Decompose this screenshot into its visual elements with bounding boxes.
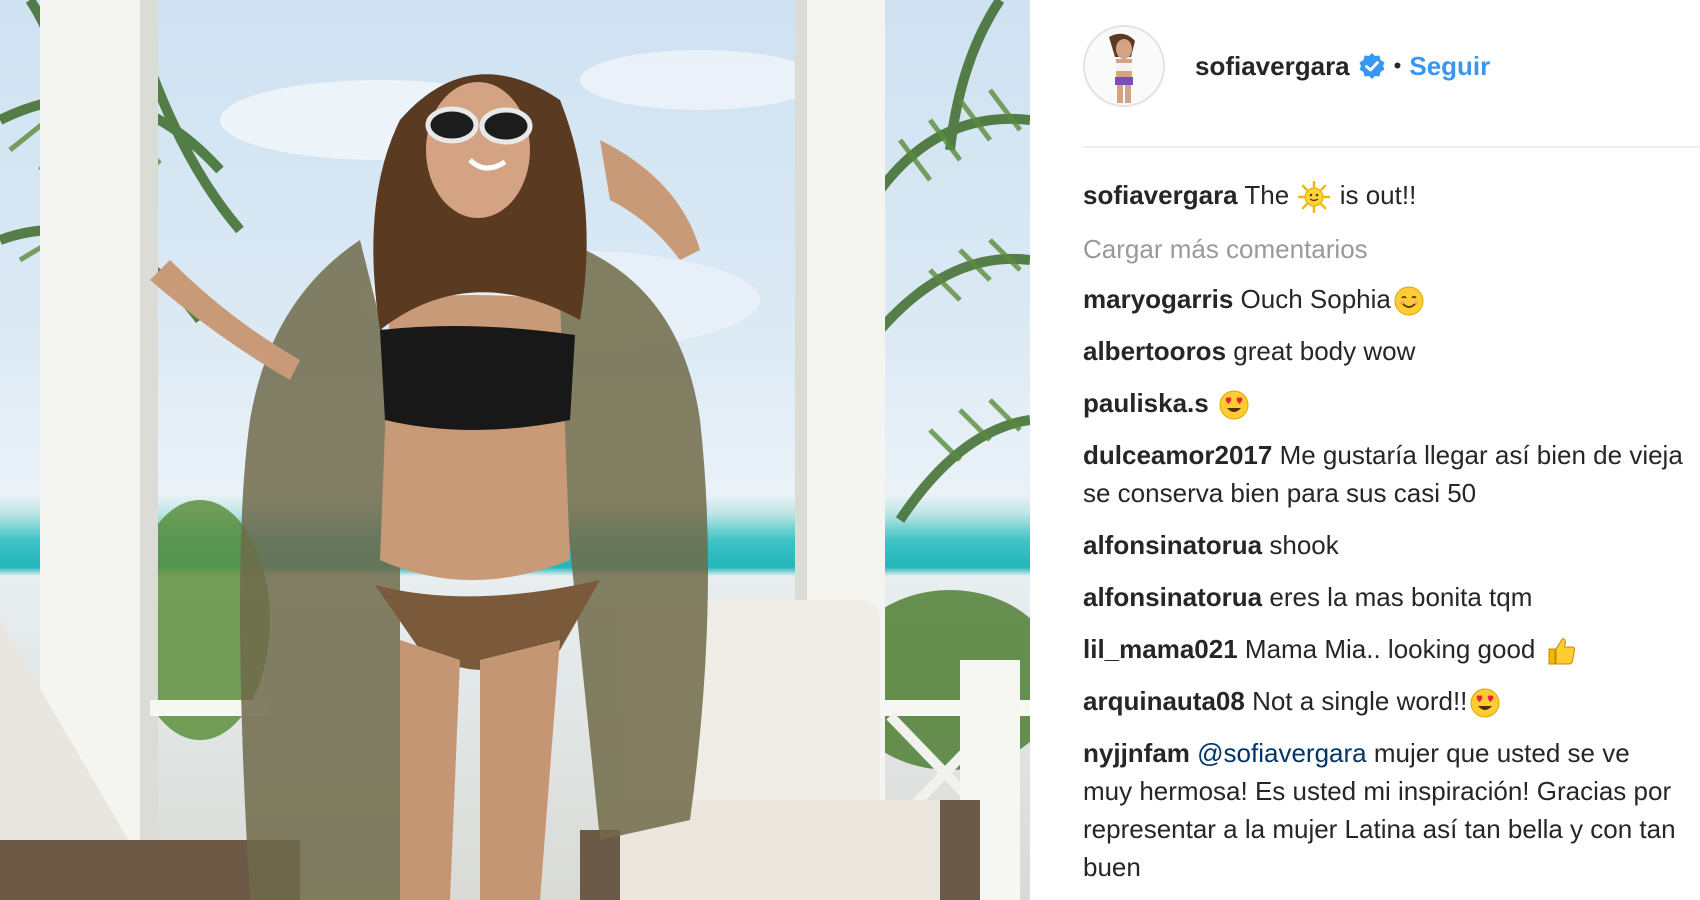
post-author-username[interactable]: sofiavergara <box>1195 51 1350 82</box>
comment-item: pauliska.s <box>1083 384 1683 422</box>
verified-badge-icon <box>1359 53 1385 79</box>
comment-item: lil_mama021 Mama Mia.. looking good <box>1083 630 1683 668</box>
comments-list: sofiavergara The is out!! Cargar más com… <box>1083 176 1683 900</box>
header-separator: • <box>1393 53 1402 78</box>
comment-text: Not a single word!! <box>1252 686 1468 716</box>
comment-username[interactable]: alfonsinatorua <box>1083 582 1262 612</box>
comment-username[interactable]: alfonsinatorua <box>1083 530 1262 560</box>
comment-username[interactable]: lil_mama021 <box>1083 634 1238 664</box>
heart-eyes-icon <box>1470 688 1500 718</box>
post-caption: sofiavergara The is out!! <box>1083 176 1683 214</box>
caption-username[interactable]: sofiavergara <box>1083 180 1238 210</box>
follow-button[interactable]: Seguir <box>1409 51 1490 82</box>
post-photo <box>0 0 1030 900</box>
avatar-image <box>1085 27 1163 105</box>
comment-username[interactable]: arquinauta08 <box>1083 686 1245 716</box>
comment-item: arquinauta08 Not a single word!! <box>1083 682 1683 720</box>
smiling-face-icon <box>1394 286 1424 316</box>
comment-text: great body wow <box>1233 336 1416 366</box>
comment-text: Ouch Sophia <box>1240 284 1391 314</box>
comment-text: eres la mas bonita tqm <box>1269 582 1533 612</box>
caption-text-before: The <box>1244 180 1290 210</box>
thumbs-up-icon <box>1548 638 1575 665</box>
comment-item: albertooros great body wow <box>1083 332 1683 370</box>
comment-mention[interactable]: @sofiavergara <box>1197 738 1366 768</box>
load-more-comments-button[interactable]: Cargar más comentarios <box>1083 230 1683 268</box>
comment-item: dulceamor2017 Me gustaría llegar así bie… <box>1083 436 1683 512</box>
comment-item: maryogarris Ouch Sophia <box>1083 280 1683 318</box>
post-side-panel: sofiavergara • Seguir sofiavergara The i… <box>1030 0 1700 900</box>
comment-item: alfonsinatorua eres la mas bonita tqm <box>1083 578 1683 616</box>
comment-item: nyjjnfam @sofiavergara mujer que usted s… <box>1083 734 1683 886</box>
caption-text-after: is out!! <box>1339 180 1417 210</box>
comment-username[interactable]: maryogarris <box>1083 284 1233 314</box>
sun-icon <box>1298 181 1331 214</box>
post-header: sofiavergara • Seguir <box>1083 22 1700 110</box>
comment-item: alfonsinatorua shook <box>1083 526 1683 564</box>
comment-text: Mama Mia.. looking good <box>1244 634 1536 664</box>
comment-username[interactable]: nyjjnfam <box>1083 738 1190 768</box>
comment-username[interactable]: dulceamor2017 <box>1083 440 1272 470</box>
comment-username[interactable]: pauliska.s <box>1083 388 1209 418</box>
header-divider <box>1083 146 1700 148</box>
heart-eyes-icon <box>1219 390 1249 420</box>
comment-text: shook <box>1269 530 1339 560</box>
comment-username[interactable]: albertooros <box>1083 336 1226 366</box>
avatar[interactable] <box>1083 25 1165 107</box>
photo-illustration <box>0 0 1030 900</box>
